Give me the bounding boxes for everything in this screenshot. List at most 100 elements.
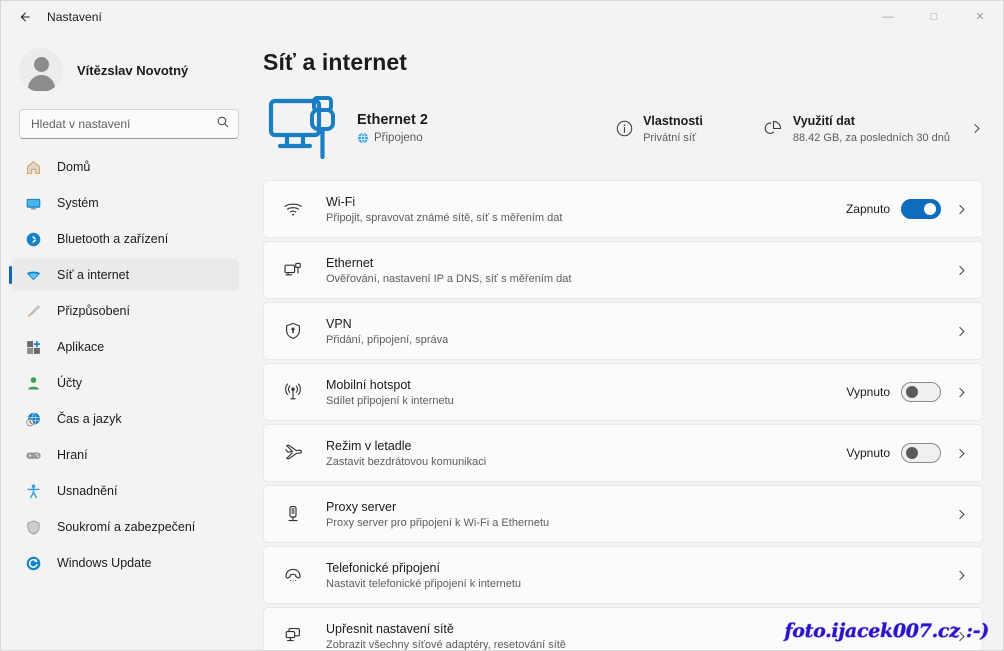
list-item-subtitle: Sdílet připojení k internetu bbox=[326, 395, 454, 407]
list-item-controls: Vypnuto bbox=[846, 382, 968, 402]
airplane-mode-toggle[interactable] bbox=[901, 443, 941, 463]
data-usage-text: Využití dat 88.42 GB, za posledních 30 d… bbox=[793, 112, 950, 144]
properties-action[interactable]: Vlastnosti Privátní síť bbox=[605, 108, 709, 148]
data-usage-action[interactable]: Využití dat 88.42 GB, za posledních 30 d… bbox=[755, 108, 956, 148]
list-item-title: VPN bbox=[326, 317, 448, 331]
mobile-hotspot-toggle[interactable] bbox=[901, 382, 941, 402]
list-item-title: Režim v letadle bbox=[326, 439, 486, 453]
list-item-subtitle: Zobrazit všechny síťové adaptéry, reseto… bbox=[326, 639, 566, 651]
network-adapters-icon bbox=[282, 626, 304, 646]
minimize-button[interactable]: — bbox=[865, 1, 911, 33]
sidebar: Vítězslav Novotný bbox=[1, 33, 253, 650]
chevron-right-icon[interactable] bbox=[955, 264, 968, 277]
back-button[interactable] bbox=[7, 2, 41, 32]
toggle-knob bbox=[906, 386, 918, 398]
properties-title: Vlastnosti bbox=[643, 114, 703, 128]
list-item-mobile-hotspot[interactable]: Mobilní hotspot Sdílet připojení k inter… bbox=[263, 363, 983, 421]
list-item-title: Mobilní hotspot bbox=[326, 378, 454, 392]
chevron-right-icon[interactable] bbox=[955, 508, 968, 521]
avatar-head bbox=[34, 57, 49, 72]
list-item-text: Režim v letadle Zastavit bezdrátovou kom… bbox=[326, 439, 486, 468]
sidebar-item-apps[interactable]: Aplikace bbox=[11, 331, 239, 363]
hero-actions: Vlastnosti Privátní síť bbox=[605, 108, 983, 148]
sidebar-item-privacy[interactable]: Soukromí a zabezpečení bbox=[11, 511, 239, 543]
info-circle-icon bbox=[611, 119, 637, 138]
sidebar-item-label: Hraní bbox=[57, 448, 88, 462]
wifi-icon bbox=[282, 199, 304, 219]
connection-status-label: Připojeno bbox=[374, 132, 423, 144]
toggle-knob bbox=[924, 203, 936, 215]
hotspot-icon bbox=[282, 382, 304, 402]
gamepad-icon bbox=[23, 445, 43, 465]
connection-name: Ethernet 2 bbox=[357, 112, 428, 128]
sidebar-item-windows-update[interactable]: Windows Update bbox=[11, 547, 239, 579]
chevron-right-icon[interactable] bbox=[955, 386, 968, 399]
sidebar-item-label: Windows Update bbox=[57, 556, 152, 570]
list-item-subtitle: Nastavit telefonické připojení k interne… bbox=[326, 578, 521, 590]
list-item-controls bbox=[955, 630, 968, 643]
sidebar-item-gaming[interactable]: Hraní bbox=[11, 439, 239, 471]
home-icon bbox=[23, 157, 43, 177]
sidebar-item-accessibility[interactable]: Usnadnění bbox=[11, 475, 239, 507]
list-item-subtitle: Zastavit bezdrátovou komunikaci bbox=[326, 456, 486, 468]
avatar-shoulders bbox=[28, 75, 55, 91]
list-item-controls bbox=[955, 508, 968, 521]
monitor-icon bbox=[23, 193, 43, 213]
list-item-wifi[interactable]: Wi-Fi Připojit, spravovat známé sítě, sí… bbox=[263, 180, 983, 238]
sidebar-nav: Domů Systém bbox=[1, 149, 253, 583]
minimize-icon: — bbox=[883, 12, 894, 23]
list-item-controls bbox=[955, 264, 968, 277]
chevron-right-icon[interactable] bbox=[970, 122, 983, 135]
sidebar-item-label: Přizpůsobení bbox=[57, 304, 130, 318]
sidebar-item-label: Usnadnění bbox=[57, 484, 117, 498]
account-name: Vítězslav Novotný bbox=[77, 63, 188, 78]
list-item-proxy-server[interactable]: Proxy server Proxy server pro připojení … bbox=[263, 485, 983, 543]
list-item-subtitle: Přidání, připojení, správa bbox=[326, 334, 448, 346]
toggle-knob bbox=[906, 447, 918, 459]
sidebar-item-network[interactable]: Síť a internet bbox=[11, 259, 239, 291]
ethernet-monitor-icon bbox=[263, 95, 349, 161]
wifi-icon bbox=[23, 265, 43, 285]
chevron-right-icon[interactable] bbox=[955, 630, 968, 643]
sidebar-item-personalization[interactable]: Přizpůsobení bbox=[11, 295, 239, 327]
sidebar-item-home[interactable]: Domů bbox=[11, 151, 239, 183]
active-connection-hero: Ethernet 2 Připojeno bbox=[263, 90, 983, 166]
search-icon[interactable] bbox=[216, 115, 230, 134]
sidebar-item-label: Aplikace bbox=[57, 340, 104, 354]
clock-globe-icon bbox=[23, 409, 43, 429]
maximize-button[interactable]: □ bbox=[911, 1, 957, 33]
list-item-text: VPN Přidání, připojení, správa bbox=[326, 317, 448, 346]
close-button[interactable]: ✕ bbox=[957, 1, 1003, 33]
search-input[interactable] bbox=[31, 117, 216, 131]
window-controls: — □ ✕ bbox=[865, 1, 1003, 33]
list-item-dial-up[interactable]: Telefonické připojení Nastavit telefonic… bbox=[263, 546, 983, 604]
sidebar-item-time-language[interactable]: Čas a jazyk bbox=[11, 403, 239, 435]
chevron-right-icon[interactable] bbox=[955, 203, 968, 216]
sidebar-item-label: Soukromí a zabezpečení bbox=[57, 520, 195, 534]
sidebar-item-accounts[interactable]: Účty bbox=[11, 367, 239, 399]
content-pane: Síť a internet Ethernet 2 bbox=[253, 33, 1003, 650]
list-item-vpn[interactable]: VPN Přidání, připojení, správa bbox=[263, 302, 983, 360]
list-item-ethernet[interactable]: Ethernet Ověřování, nastavení IP a DNS, … bbox=[263, 241, 983, 299]
chevron-right-icon[interactable] bbox=[955, 325, 968, 338]
list-item-text: Mobilní hotspot Sdílet připojení k inter… bbox=[326, 378, 454, 407]
list-item-airplane-mode[interactable]: Režim v letadle Zastavit bezdrátovou kom… bbox=[263, 424, 983, 482]
chevron-right-icon[interactable] bbox=[955, 569, 968, 582]
pie-chart-icon bbox=[761, 119, 787, 138]
chevron-right-icon[interactable] bbox=[955, 447, 968, 460]
account-block[interactable]: Vítězslav Novotný bbox=[1, 33, 253, 107]
list-item-subtitle: Připojit, spravovat známé sítě, síť s mě… bbox=[326, 212, 562, 224]
wifi-toggle[interactable] bbox=[901, 199, 941, 219]
sidebar-item-bluetooth[interactable]: Bluetooth a zařízení bbox=[11, 223, 239, 255]
sidebar-item-label: Účty bbox=[57, 376, 82, 390]
list-item-text: Ethernet Ověřování, nastavení IP a DNS, … bbox=[326, 256, 571, 285]
list-item-controls bbox=[955, 569, 968, 582]
bluetooth-icon bbox=[23, 229, 43, 249]
search-box[interactable] bbox=[19, 109, 239, 139]
vpn-shield-icon bbox=[282, 321, 304, 341]
list-item-text: Telefonické připojení Nastavit telefonic… bbox=[326, 561, 521, 590]
update-icon bbox=[23, 553, 43, 573]
toggle-state-label: Vypnuto bbox=[846, 446, 890, 460]
list-item-advanced-network[interactable]: Upřesnit nastavení sítě Zobrazit všechny… bbox=[263, 607, 983, 650]
sidebar-item-system[interactable]: Systém bbox=[11, 187, 239, 219]
